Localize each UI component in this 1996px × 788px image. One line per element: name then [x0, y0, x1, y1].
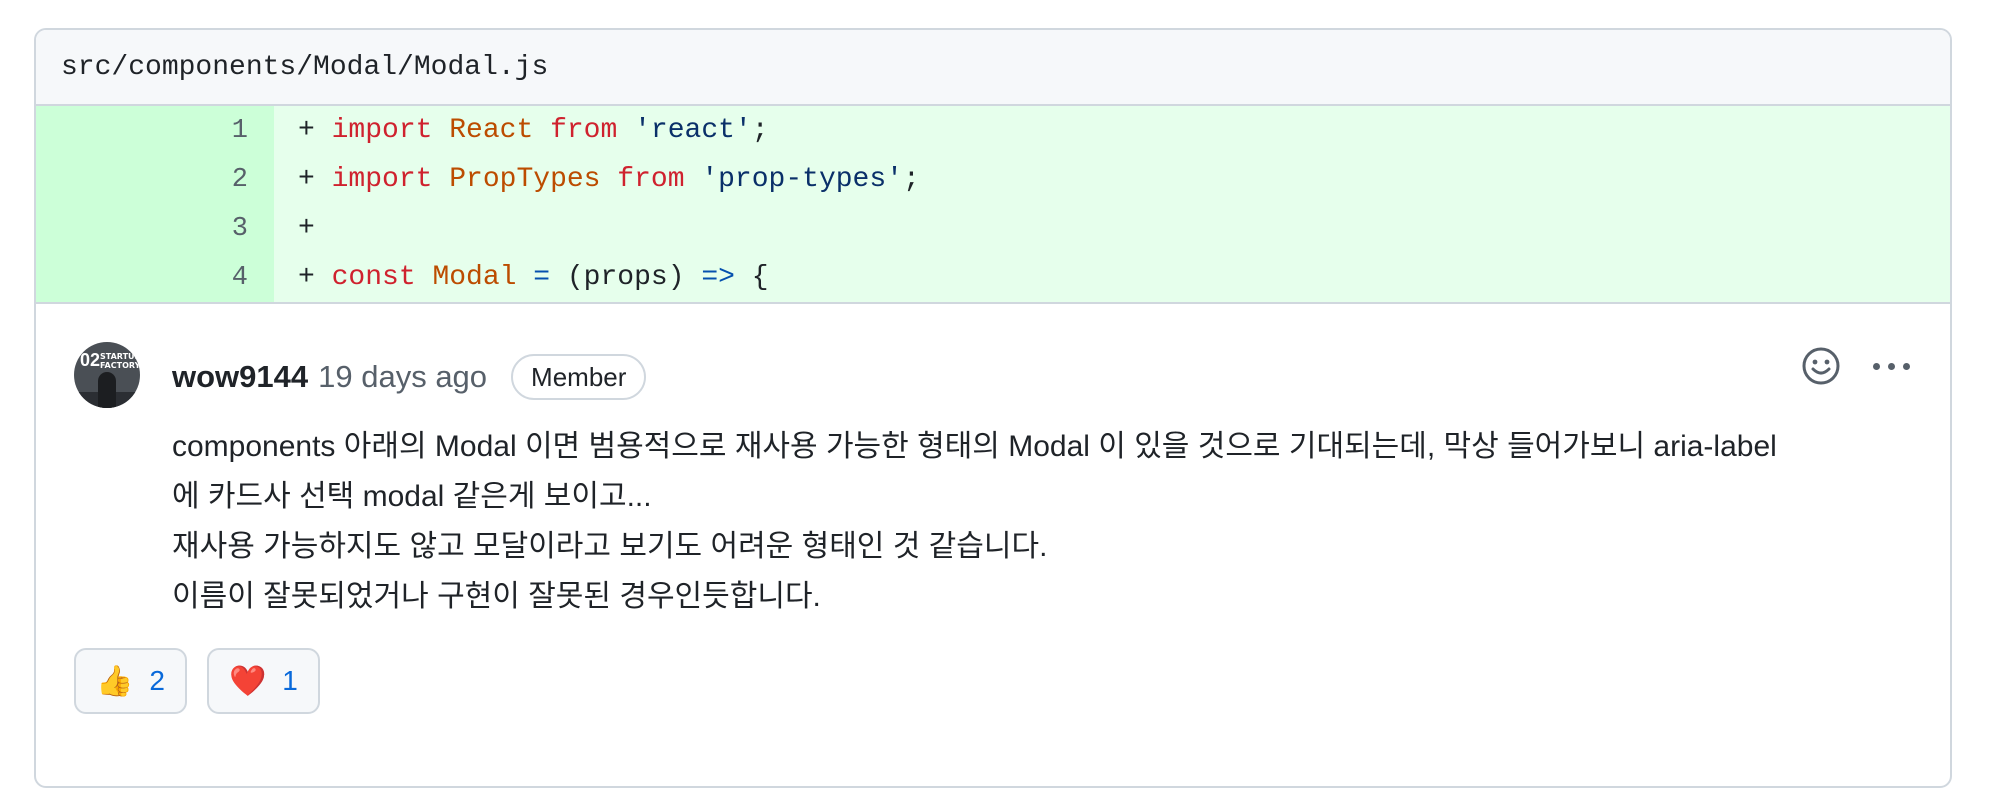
review-thread: src/components/Modal/Modal.js 1 + import … — [34, 28, 1952, 788]
code-token: + — [298, 213, 315, 244]
avatar-logo-subtext: STARTUP FACTORY — [100, 352, 140, 370]
diff-hunk: 1 + import React from 'react'; 2 + import P… — [36, 106, 1950, 302]
author-name[interactable]: wow9144 — [172, 359, 308, 395]
role-badge: Member — [511, 354, 647, 400]
add-reaction-button[interactable] — [1801, 346, 1841, 386]
reaction-count: 1 — [282, 665, 298, 696]
code-token: PropTypes — [449, 164, 601, 195]
line-number[interactable]: 2 — [36, 155, 274, 204]
code-token: + — [298, 115, 332, 146]
line-number[interactable]: 4 — [36, 253, 274, 302]
code-line: + import React from 'react'; — [274, 106, 1950, 155]
diff-line: 2 + import PropTypes from 'prop-types'; — [36, 155, 1950, 204]
reaction-thumbs-up-button[interactable]: 👍 2 — [74, 648, 187, 714]
comment-line: 재사용 가능하지도 않고 모달이라고 보기도 어려운 형태인 것 같습니다. — [172, 530, 1048, 563]
code-token: ; — [751, 115, 769, 146]
comment-line: 이름이 잘못되었거나 구현이 잘못된 경우인듯합니다. — [172, 580, 821, 613]
code-token: React — [449, 115, 534, 146]
code-token: + — [298, 262, 332, 293]
code-token: 'prop-types' — [701, 164, 903, 195]
comment-timestamp[interactable]: 19 days ago — [318, 359, 487, 395]
thumbs-up-icon: 👍 — [96, 664, 134, 698]
kebab-horizontal-icon-dot — [1888, 362, 1895, 370]
comment-line: components 아래의 Modal 이면 범용적으로 재사용 가능한 형태… — [172, 430, 1777, 463]
code-token: const — [331, 262, 416, 293]
review-comment: 02 STARTUP FACTORY wow9144 19 days ago M… — [36, 302, 1950, 762]
code-token: 'react' — [634, 115, 752, 146]
code-token: from — [550, 115, 618, 146]
code-token: => — [701, 262, 735, 293]
code-token: + — [298, 164, 332, 195]
code-token: Modal — [432, 262, 517, 293]
code-token: { — [734, 262, 769, 293]
code-token: from — [617, 164, 685, 195]
line-number[interactable]: 1 — [36, 106, 274, 155]
code-token: (props) — [550, 262, 702, 293]
line-number[interactable]: 3 — [36, 204, 274, 253]
code-token: import — [331, 115, 433, 146]
code-line: + const Modal = (props) => { — [274, 253, 1950, 302]
comment-line: 에 카드사 선택 modal 같은게 보이고... — [172, 480, 652, 513]
avatar-figure — [98, 372, 116, 408]
diff-line: 1 + import React from 'react'; — [36, 106, 1950, 155]
reactions-bar: 👍 2 ❤️ 1 — [74, 648, 320, 714]
code-line: + import PropTypes from 'prop-types'; — [274, 155, 1950, 204]
code-token: import — [331, 164, 433, 195]
heart-icon: ❤️ — [228, 664, 267, 698]
avatar[interactable]: 02 STARTUP FACTORY — [74, 342, 140, 408]
file-path[interactable]: src/components/Modal/Modal.js — [61, 52, 548, 83]
comment-body: components 아래의 Modal 이면 범용적으로 재사용 가능한 형태… — [172, 422, 1922, 622]
diff-line: 4 + const Modal = (props) => { — [36, 253, 1950, 302]
comment-header: wow9144 19 days ago Member — [172, 354, 647, 400]
file-path-header: src/components/Modal/Modal.js — [36, 30, 1950, 106]
diff-line: 3 + — [36, 204, 1950, 253]
code-token: = — [533, 262, 551, 293]
smiley-icon — [1802, 347, 1840, 385]
reaction-heart-button[interactable]: ❤️ 1 — [206, 648, 320, 714]
kebab-horizontal-icon — [1873, 362, 1880, 370]
code-token: ; — [902, 164, 920, 195]
comment-actions — [1801, 346, 1910, 386]
reaction-count: 2 — [149, 665, 165, 696]
kebab-horizontal-icon-dot — [1903, 362, 1910, 370]
more-options-button[interactable] — [1873, 346, 1910, 386]
code-line: + — [274, 204, 1950, 253]
avatar-logo-text: 02 — [80, 350, 101, 370]
